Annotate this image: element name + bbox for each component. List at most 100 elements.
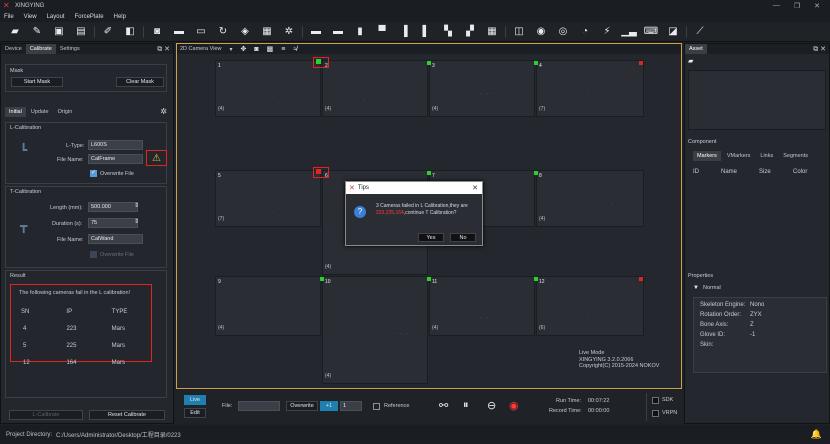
layout-7-icon[interactable]: ▚ <box>437 25 459 39</box>
camera-cell-5[interactable]: 5 · · (7) <box>215 170 321 227</box>
l-overwrite-checkbox[interactable]: ✓ <box>90 170 97 177</box>
lock-icon[interactable]: ⊖ <box>487 399 496 412</box>
crosshair-icon[interactable]: ✥ <box>241 45 247 53</box>
undock-close-icon[interactable]: ⧉ ✕ <box>813 45 826 54</box>
tab-segments[interactable]: Segments <box>779 151 812 161</box>
increment-stepper[interactable]: 1 <box>340 401 362 411</box>
tab-origin[interactable]: Origin <box>54 107 77 117</box>
chart-icon[interactable]: ◪ <box>662 25 684 39</box>
clear-mask-button[interactable]: Clear Mask <box>116 77 164 87</box>
length-input[interactable]: 500.000 <box>88 202 138 212</box>
folder-icon[interactable]: ▰ <box>4 25 26 39</box>
refresh-icon[interactable]: ↻ <box>212 25 234 39</box>
tab-vmarkers[interactable]: VMarkers <box>723 151 755 161</box>
table-row[interactable]: 5 225 Mars <box>11 337 151 354</box>
bell-icon[interactable]: 🔔 <box>811 429 822 440</box>
asset-folder-icon[interactable]: ▰ <box>688 57 693 65</box>
tablet-icon[interactable]: ▭ <box>190 25 212 39</box>
tab-update[interactable]: Update <box>27 107 53 117</box>
overwrite-button[interactable]: Overwrite <box>286 401 318 411</box>
list-icon[interactable]: ≡ <box>281 46 285 53</box>
warning-icon[interactable]: ⚠ <box>152 153 161 164</box>
close-button[interactable]: ✕ <box>814 2 820 10</box>
t-overwrite-checkbox[interactable] <box>90 251 97 258</box>
gauge-icon[interactable]: ◔ <box>574 25 596 39</box>
export-icon[interactable]: ◧ <box>119 25 141 39</box>
asset-list[interactable] <box>688 70 826 130</box>
layout-4-icon[interactable]: ▀ <box>371 25 393 39</box>
menu-help[interactable]: Help <box>114 14 126 20</box>
keyboard-icon[interactable]: ⌨ <box>640 25 662 39</box>
table-row[interactable]: 12 164 Mars <box>11 354 151 371</box>
vrpn-checkbox[interactable] <box>652 410 659 417</box>
camera-cell-8[interactable]: 8 · · (4) <box>534 170 644 227</box>
save-as-icon[interactable]: ▤ <box>70 25 92 39</box>
dropdown-icon[interactable]: ▾ <box>229 46 232 53</box>
tab-settings[interactable]: Settings <box>56 44 84 54</box>
car-icon[interactable]: ▬ <box>168 25 190 39</box>
tab-calibrate[interactable]: Calibrate <box>25 44 56 54</box>
undock-close-icon[interactable]: ⧉ ✕ <box>157 45 170 54</box>
layers-icon[interactable]: ◈ <box>234 25 256 39</box>
tab-device[interactable]: Device <box>1 44 26 54</box>
tab-initial[interactable]: Initial <box>5 107 26 117</box>
wave-icon[interactable]: ≉ <box>293 46 297 53</box>
restore-button[interactable]: ❐ <box>794 2 800 10</box>
link-icon[interactable]: ⚯ <box>439 399 448 412</box>
file-input[interactable] <box>238 401 280 411</box>
l-type-select[interactable]: L600S <box>88 140 143 150</box>
layout-2-icon[interactable]: ▬ <box>327 25 349 39</box>
plug-icon[interactable]: ⚡ <box>596 25 618 39</box>
menu-file[interactable]: File <box>4 14 14 20</box>
camera-cell-2[interactable]: 2 · · (4) <box>313 57 428 117</box>
tab-links[interactable]: Links <box>756 151 777 161</box>
camera-cell-3[interactable]: 3 · · · (4) <box>427 60 535 117</box>
live-button[interactable]: Live <box>184 395 206 405</box>
box-icon[interactable]: ◫ <box>508 25 530 39</box>
l-file-name-input[interactable]: CalFrame <box>88 154 143 164</box>
camera-icon[interactable]: ◙ <box>146 25 168 39</box>
view-selector[interactable]: 2D Camera View <box>180 46 221 52</box>
layout-3-icon[interactable]: ▮ <box>349 25 371 39</box>
menu-view[interactable]: View <box>24 14 37 20</box>
camera-cell-11[interactable]: 11 · · (4) <box>427 276 535 336</box>
duration-input[interactable]: 75 <box>88 218 138 228</box>
record-button-icon[interactable]: ◉ <box>509 399 519 412</box>
minimize-button[interactable]: — <box>773 2 780 10</box>
pause-icon[interactable]: ⏸ <box>463 399 469 412</box>
sdk-checkbox[interactable] <box>652 397 659 404</box>
pen-icon[interactable]: ✎ <box>26 25 48 39</box>
duration-spin-icon[interactable]: ⇕ <box>134 218 139 225</box>
layout-8-icon[interactable]: ▞ <box>459 25 481 39</box>
menu-layout[interactable]: Layout <box>47 14 65 20</box>
t-file-name-input[interactable]: CalWand <box>88 234 143 244</box>
snapshot-icon[interactable]: ◙ <box>254 46 258 53</box>
start-mask-button[interactable]: Start Mask <box>11 77 63 87</box>
reset-calibrate-button[interactable]: Reset Calibrate <box>89 410 165 420</box>
l-calibrate-button[interactable]: L-Calibrate <box>9 410 83 420</box>
layout-6-icon[interactable]: ▌ <box>415 25 437 39</box>
camera-cell-4[interactable]: 4 · · (7) <box>534 60 644 117</box>
bars-icon[interactable]: ▁▃ <box>618 25 640 39</box>
disc-icon[interactable]: ◎ <box>552 25 574 39</box>
tab-markers[interactable]: Markers <box>693 151 721 161</box>
camera-cell-1[interactable]: 1 · · (4) <box>215 60 321 117</box>
camera-cell-9[interactable]: 9 (4) <box>215 276 321 336</box>
edit-icon[interactable]: ✐ <box>97 25 119 39</box>
measure-icon[interactable]: ⟋ <box>689 25 711 39</box>
save-icon[interactable]: ▣ <box>48 25 70 39</box>
yes-button[interactable]: Yes <box>418 233 444 242</box>
reference-checkbox[interactable] <box>373 403 380 410</box>
settings-icon[interactable]: ✲ <box>278 25 300 39</box>
layout-5-icon[interactable]: ▐ <box>393 25 415 39</box>
length-spin-icon[interactable]: ⇕ <box>134 202 139 209</box>
layout-9-icon[interactable]: ▦ <box>481 25 503 39</box>
camera-cell-10[interactable]: 10 · · · (4) <box>320 276 428 384</box>
edit-button[interactable]: Edit <box>184 408 206 418</box>
increment-button[interactable]: +1 <box>320 401 338 411</box>
expand-icon[interactable]: ▼ <box>693 285 699 291</box>
dialog-close-icon[interactable]: ✕ <box>472 184 478 192</box>
record-icon[interactable]: ◉ <box>530 25 552 39</box>
no-button[interactable]: No <box>450 233 476 242</box>
table-row[interactable]: 4 223 Mars <box>11 320 151 337</box>
